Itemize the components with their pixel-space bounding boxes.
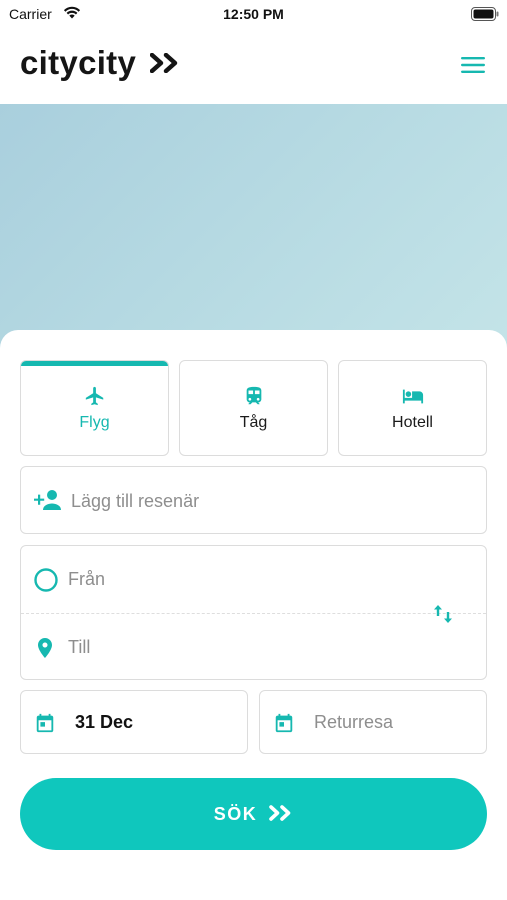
swap-button[interactable] xyxy=(429,600,457,628)
circle-origin-icon xyxy=(33,567,59,598)
double-chevron-right-icon xyxy=(149,52,180,78)
transport-tabs: Flyg Tåg Hotell xyxy=(20,360,487,456)
to-field[interactable]: Till xyxy=(21,614,421,680)
route-fields: Från Till xyxy=(20,545,487,680)
tab-label: Tåg xyxy=(239,414,268,431)
tab-hotell[interactable]: Hotell xyxy=(338,360,487,456)
hamburger-menu-icon xyxy=(461,57,485,73)
tab-tag[interactable]: Tåg xyxy=(179,360,328,456)
train-icon xyxy=(180,385,327,407)
calendar-icon xyxy=(34,712,56,739)
hotel-bed-icon xyxy=(339,385,486,407)
return-date-field[interactable]: Returresa xyxy=(259,690,487,754)
calendar-icon xyxy=(273,712,295,739)
search-button-label: SÖK xyxy=(213,803,258,824)
airplane-icon xyxy=(21,385,168,407)
add-person-icon xyxy=(32,488,62,517)
status-bar: Carrier 12:50 PM xyxy=(0,0,507,30)
hero-image xyxy=(0,104,507,364)
location-pin-icon xyxy=(33,635,57,666)
return-date-placeholder: Returresa xyxy=(314,712,394,732)
logo-text: citycity xyxy=(20,44,137,81)
battery-icon xyxy=(471,7,499,26)
active-tab-indicator xyxy=(21,361,168,366)
swap-vertical-icon xyxy=(434,605,452,623)
add-traveler-placeholder: Lägg till resenär xyxy=(71,491,200,511)
to-placeholder: Till xyxy=(68,637,91,657)
logo[interactable]: citycity xyxy=(20,44,180,82)
app-header: citycity xyxy=(0,30,507,104)
search-button[interactable]: SÖK xyxy=(20,778,487,850)
add-traveler-field[interactable]: Lägg till resenär xyxy=(20,466,487,534)
tab-flyg[interactable]: Flyg xyxy=(20,360,169,456)
from-field[interactable]: Från xyxy=(21,546,421,612)
double-chevron-right-icon xyxy=(269,805,293,826)
menu-button[interactable] xyxy=(458,52,488,78)
tab-label: Flyg xyxy=(79,414,110,431)
clock-time: 12:50 PM xyxy=(223,6,284,22)
tab-label: Hotell xyxy=(392,414,433,431)
depart-date-value: 31 Dec xyxy=(75,712,134,732)
from-placeholder: Från xyxy=(68,569,106,589)
search-panel: Flyg Tåg Hotell Lägg till resenär Från T… xyxy=(0,330,507,900)
depart-date-field[interactable]: 31 Dec xyxy=(20,690,248,754)
